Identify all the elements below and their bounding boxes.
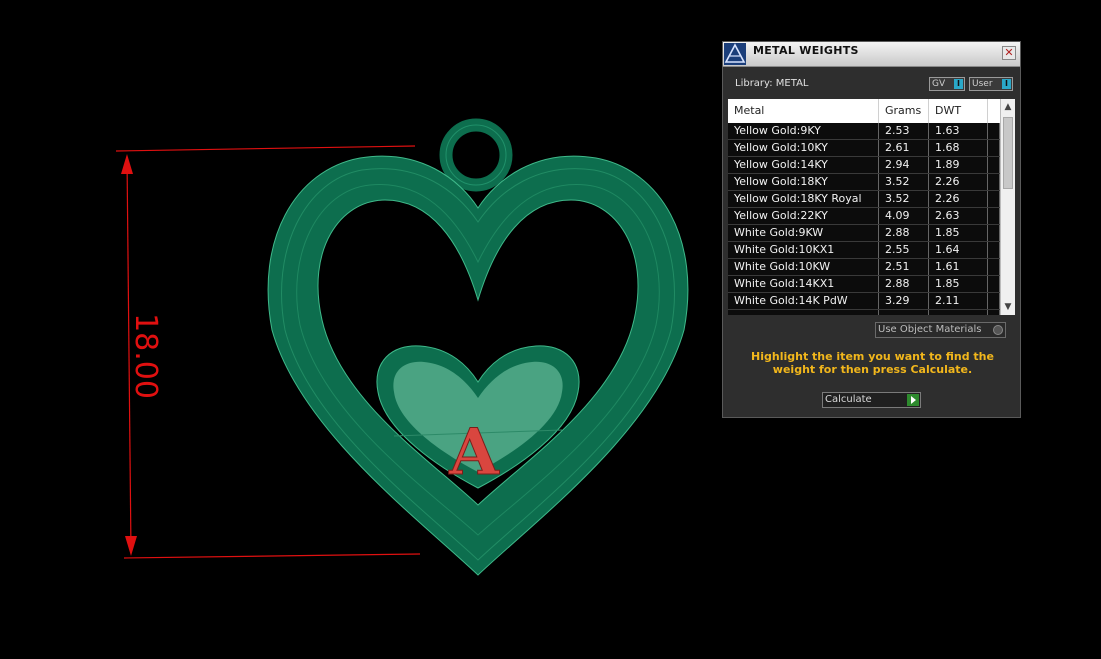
user-toggle-label: User <box>972 79 993 89</box>
table-row-partial[interactable] <box>728 310 1000 315</box>
cell-grams: 2.94 <box>879 157 929 173</box>
scroll-down-icon[interactable]: ▼ <box>1001 301 1015 313</box>
cell-extra <box>988 259 1000 275</box>
cell-metal: White Gold:14K PdW <box>728 293 879 309</box>
cell-metal: White Gold:10KX1 <box>728 242 879 258</box>
cell-metal: White Gold:9KW <box>728 225 879 241</box>
cell-dwt: 1.64 <box>929 242 988 258</box>
user-toggle-knob-icon: I <box>1002 79 1011 89</box>
cell-extra <box>988 174 1000 190</box>
table-row[interactable]: Yellow Gold:22KY 4.09 2.63 <box>728 208 1000 225</box>
user-toggle[interactable]: User I <box>969 77 1013 91</box>
cell-grams: 3.52 <box>879 174 929 190</box>
table-scrollbar[interactable]: ▲ ▼ <box>1000 99 1015 315</box>
cell-metal-partial <box>728 310 879 315</box>
cell-dwt: 2.63 <box>929 208 988 224</box>
instruction-text: Highlight the item you want to find the … <box>751 350 994 376</box>
cell-metal: Yellow Gold:18KY <box>728 174 879 190</box>
cell-metal: White Gold:14KX1 <box>728 276 879 292</box>
pendant-outer-heart[interactable] <box>267 155 689 576</box>
cell-extra <box>988 208 1000 224</box>
table-row[interactable]: White Gold:10KX1 2.55 1.64 <box>728 242 1000 259</box>
cell-grams: 2.53 <box>879 123 929 139</box>
radio-dot-icon <box>993 325 1003 335</box>
table-row[interactable]: White Gold:10KW 2.51 1.61 <box>728 259 1000 276</box>
cell-grams: 2.55 <box>879 242 929 258</box>
table-row[interactable]: White Gold:9KW 2.88 1.85 <box>728 225 1000 242</box>
cell-grams: 2.61 <box>879 140 929 156</box>
cell-dwt: 1.61 <box>929 259 988 275</box>
dimension-annotation: 18.00 <box>115 145 421 559</box>
cell-grams-partial <box>879 310 929 315</box>
cell-grams: 2.51 <box>879 259 929 275</box>
play-arrow-icon <box>907 394 919 406</box>
cell-metal: White Gold:10KW <box>728 259 879 275</box>
cell-dwt: 2.26 <box>929 174 988 190</box>
cell-dwt: 1.85 <box>929 276 988 292</box>
cell-extra <box>988 276 1000 292</box>
panel-title: METAL WEIGHTS <box>753 44 859 57</box>
dimension-extension-bottom <box>123 553 421 559</box>
cell-extra <box>988 123 1000 139</box>
use-object-materials-label: Use Object Materials <box>878 324 982 335</box>
cell-dwt-partial <box>929 310 988 315</box>
cell-dwt: 2.11 <box>929 293 988 309</box>
gv-toggle-knob-icon: I <box>954 79 963 89</box>
column-header-metal[interactable]: Metal <box>728 99 879 123</box>
cell-metal: Yellow Gold:18KY Royal <box>728 191 879 207</box>
table-row[interactable]: Yellow Gold:18KY 3.52 2.26 <box>728 174 1000 191</box>
cell-metal: Yellow Gold:22KY <box>728 208 879 224</box>
cell-grams: 3.52 <box>879 191 929 207</box>
cell-metal: Yellow Gold:10KY <box>728 140 879 156</box>
cell-dwt: 1.85 <box>929 225 988 241</box>
pendant-bail[interactable] <box>439 118 513 192</box>
cell-dwt: 2.26 <box>929 191 988 207</box>
library-label: Library: METAL <box>735 78 809 89</box>
table-row[interactable]: Yellow Gold:14KY 2.94 1.89 <box>728 157 1000 174</box>
table-header: Metal Grams DWT <box>728 99 1000 123</box>
calculate-button[interactable]: Calculate <box>822 392 921 408</box>
scroll-thumb[interactable] <box>1003 117 1013 189</box>
scroll-up-icon[interactable]: ▲ <box>1001 101 1015 113</box>
close-button[interactable]: ✕ <box>1002 46 1016 60</box>
table-row[interactable]: White Gold:14KX1 2.88 1.85 <box>728 276 1000 293</box>
cell-dwt: 1.89 <box>929 157 988 173</box>
calculate-label: Calculate <box>825 394 872 405</box>
column-header-dwt[interactable]: DWT <box>929 99 988 123</box>
metal-weights-panel: METAL WEIGHTS ✕ Library: METAL GV I User… <box>722 41 1021 418</box>
cell-extra <box>988 157 1000 173</box>
cell-grams: 2.88 <box>879 276 929 292</box>
metal-weights-table: Metal Grams DWT Yellow Gold:9KY 2.53 1.6… <box>728 99 1015 315</box>
cell-extra <box>988 225 1000 241</box>
panel-titlebar[interactable]: METAL WEIGHTS ✕ <box>723 42 1020 67</box>
use-object-materials-button[interactable]: Use Object Materials <box>875 322 1006 338</box>
cell-grams: 3.29 <box>879 293 929 309</box>
app-logo-icon <box>724 43 746 65</box>
cell-metal: Yellow Gold:14KY <box>728 157 879 173</box>
cell-dwt: 1.68 <box>929 140 988 156</box>
cell-extra <box>988 191 1000 207</box>
engraved-letter: A <box>448 415 500 490</box>
cell-metal: Yellow Gold:9KY <box>728 123 879 139</box>
dimension-arrow-bottom <box>125 536 137 556</box>
table-row[interactable]: Yellow Gold:10KY 2.61 1.68 <box>728 140 1000 157</box>
column-header-grams[interactable]: Grams <box>879 99 929 123</box>
cell-dwt: 1.63 <box>929 123 988 139</box>
table-row[interactable]: Yellow Gold:18KY Royal 3.52 2.26 <box>728 191 1000 208</box>
dimension-value: 18.00 <box>128 313 163 399</box>
dimension-arrow-top <box>121 154 133 174</box>
gv-toggle[interactable]: GV I <box>929 77 965 91</box>
cell-extra <box>988 310 1000 315</box>
outer-heart-frame <box>267 155 689 576</box>
table-row[interactable]: Yellow Gold:9KY 2.53 1.63 <box>728 123 1000 140</box>
cell-extra <box>988 140 1000 156</box>
dimension-extension-top <box>115 145 416 152</box>
table-row[interactable]: White Gold:14K PdW 3.29 2.11 <box>728 293 1000 310</box>
cell-grams: 2.88 <box>879 225 929 241</box>
cell-extra <box>988 242 1000 258</box>
cell-extra <box>988 293 1000 309</box>
bail-hole <box>456 135 496 175</box>
cell-grams: 4.09 <box>879 208 929 224</box>
gv-toggle-label: GV <box>932 79 946 89</box>
